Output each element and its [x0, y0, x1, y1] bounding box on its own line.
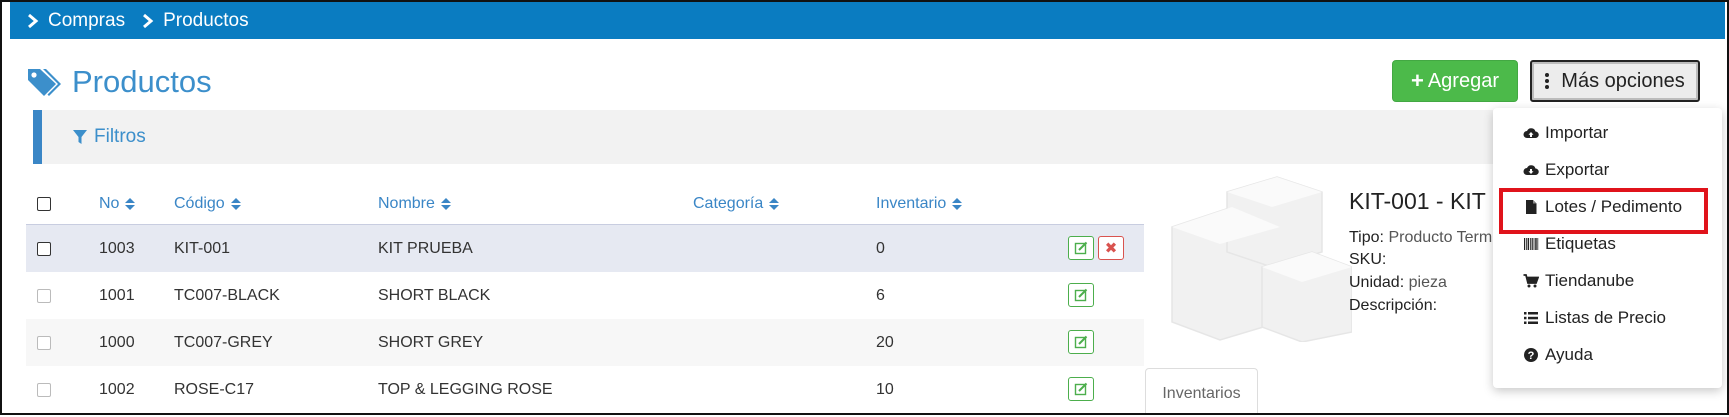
cell-inventario: 6 [876, 286, 885, 304]
tab-inventarios[interactable]: Inventarios [1145, 368, 1258, 413]
table-row[interactable]: 1000 TC007-GREY SHORT GREY 20 [26, 319, 1144, 366]
edit-icon [1074, 241, 1088, 255]
app-frame: Compras Productos Productos + Agregar Má… [0, 0, 1729, 415]
cloud-upload-icon [1523, 128, 1539, 138]
cell-codigo: TC007-GREY [174, 333, 273, 351]
row-checkbox[interactable] [37, 288, 51, 303]
filters-toggle[interactable]: Filtros [33, 110, 1493, 164]
cell-no: 1002 [99, 380, 135, 398]
ellipsis-vertical-icon [1545, 72, 1550, 90]
column-header-no[interactable]: No [99, 184, 136, 224]
page-title: Productos [26, 64, 212, 100]
breadcrumb-label: Compras [48, 9, 126, 31]
edit-icon [1074, 335, 1088, 349]
more-options-menu: Importar Exportar Lotes / Pedimento Etiq… [1493, 108, 1722, 388]
more-options-label: Más opciones [1561, 69, 1685, 92]
edit-button[interactable] [1068, 283, 1094, 307]
sort-icon [769, 198, 780, 210]
row-checkbox[interactable] [37, 382, 51, 397]
sort-icon [440, 198, 451, 210]
cell-nombre: SHORT GREY [378, 333, 484, 351]
menu-item-lotes-pedimento[interactable]: Lotes / Pedimento [1523, 197, 1682, 217]
preview-sku: SKU: [1349, 251, 1387, 268]
page-title-text: Productos [72, 64, 212, 99]
column-header-categoria[interactable]: Categoría [693, 184, 780, 224]
breadcrumb-item-productos[interactable]: Productos [141, 10, 249, 32]
cell-no: 1001 [99, 286, 135, 304]
add-button[interactable]: + Agregar [1392, 60, 1518, 102]
edit-button[interactable] [1068, 377, 1094, 401]
sort-icon [230, 198, 241, 210]
product-image [1171, 176, 1352, 342]
sort-icon [952, 198, 963, 210]
preview-descripcion: Descripción: [1349, 297, 1438, 314]
file-icon [1526, 200, 1537, 214]
menu-item-etiquetas[interactable]: Etiquetas [1523, 234, 1616, 254]
edit-button[interactable] [1068, 236, 1094, 260]
edit-icon [1074, 288, 1088, 302]
chevron-right-icon [143, 13, 154, 28]
chevron-right-icon [28, 13, 39, 28]
cell-codigo: TC007-BLACK [174, 286, 280, 304]
table-header: No Código Nombre Categoría Inventario [26, 184, 1144, 224]
menu-item-importar[interactable]: Importar [1523, 123, 1608, 143]
menu-item-tiendanube[interactable]: Tiendanube [1523, 271, 1634, 291]
cell-nombre: TOP & LEGGING ROSE [378, 380, 553, 398]
table-row[interactable]: 1002 ROSE-C17 TOP & LEGGING ROSE 10 [26, 366, 1144, 413]
more-options-button[interactable]: Más opciones [1530, 60, 1700, 102]
barcode-icon [1524, 238, 1539, 250]
sort-icon [125, 198, 136, 210]
menu-item-ayuda[interactable]: ? Ayuda [1523, 345, 1593, 365]
edit-button[interactable] [1068, 330, 1094, 354]
cell-codigo: ROSE-C17 [174, 380, 255, 398]
preview-title: KIT-001 - KIT P [1349, 188, 1508, 214]
list-icon [1524, 312, 1538, 324]
cart-icon [1523, 274, 1539, 288]
column-header-nombre[interactable]: Nombre [378, 184, 451, 224]
breadcrumb: Compras Productos [10, 2, 1725, 39]
cell-codigo: KIT-001 [174, 239, 231, 257]
close-icon: ✖ [1104, 240, 1118, 257]
delete-button[interactable]: ✖ [1098, 236, 1124, 260]
plus-icon: + [1410, 68, 1424, 93]
question-circle-icon: ? [1524, 348, 1538, 362]
preview-unidad: Unidad: pieza [1349, 274, 1447, 291]
cell-nombre: SHORT BLACK [378, 286, 491, 304]
select-all-checkbox[interactable] [37, 197, 51, 211]
breadcrumb-label: Productos [163, 9, 249, 31]
cell-nombre: KIT PRUEBA [378, 239, 473, 257]
column-header-codigo[interactable]: Código [174, 184, 241, 224]
cell-inventario: 10 [876, 380, 894, 398]
cell-inventario: 0 [876, 239, 885, 257]
cloud-download-icon [1523, 165, 1539, 175]
cell-inventario: 20 [876, 333, 894, 351]
tags-icon [28, 69, 61, 96]
filters-label: Filtros [94, 126, 146, 147]
row-checkbox[interactable] [37, 335, 51, 350]
menu-item-listas-de-precio[interactable]: Listas de Precio [1523, 308, 1666, 328]
svg-text:?: ? [1528, 350, 1535, 362]
edit-icon [1074, 382, 1088, 396]
add-button-label: Agregar [1427, 69, 1499, 92]
table-row[interactable]: 1003 KIT-001 KIT PRUEBA 0 ✖ [26, 224, 1144, 272]
menu-item-exportar[interactable]: Exportar [1523, 160, 1609, 180]
preview-tipo: Tipo: Producto Term [1349, 229, 1493, 246]
cell-no: 1003 [99, 239, 135, 257]
row-checkbox[interactable] [37, 241, 51, 256]
cell-no: 1000 [99, 333, 135, 351]
table-row[interactable]: 1001 TC007-BLACK SHORT BLACK 6 [26, 272, 1144, 319]
filter-icon [73, 130, 87, 144]
column-header-inventario[interactable]: Inventario [876, 184, 963, 224]
breadcrumb-item-compras[interactable]: Compras [26, 10, 125, 32]
